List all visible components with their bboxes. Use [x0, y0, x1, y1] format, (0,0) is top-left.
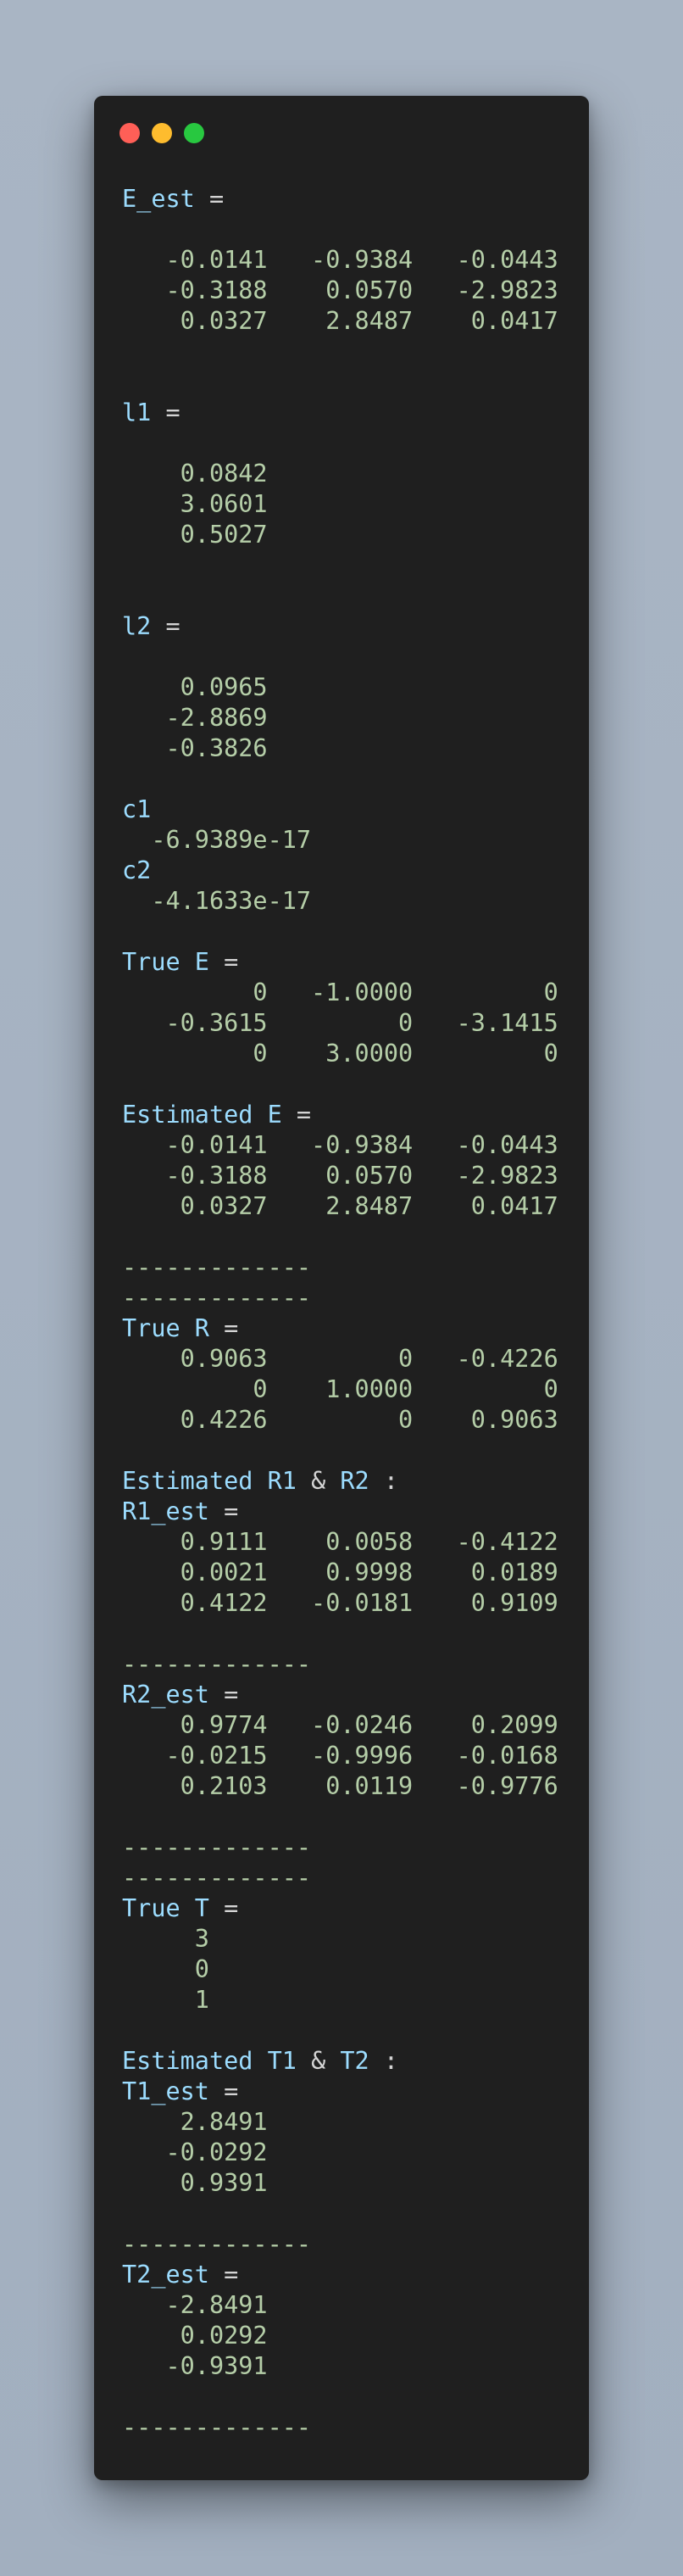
variable-label: T1_est = [122, 2077, 239, 2105]
value-row: -2.8491 [122, 2291, 268, 2319]
variable-label: l2 = [122, 612, 180, 640]
terminal-window: E_est = -0.0141 -0.9384 -0.0443 -0.3188 … [94, 96, 589, 2480]
separator-line: ------------- [122, 2413, 312, 2441]
value-row: 3.0601 [122, 490, 268, 518]
value-row: 0.0327 2.8487 0.0417 [122, 307, 558, 335]
value-row: 0.0327 2.8487 0.0417 [122, 1192, 558, 1220]
value-row: -0.0215 -0.9996 -0.0168 [122, 1742, 558, 1770]
value-row: 0 [122, 1955, 209, 1983]
variable-label: True E = [122, 948, 239, 976]
variable-label: True T = [122, 1894, 239, 1922]
value-row: -0.3188 0.0570 -2.9823 [122, 276, 558, 304]
separator-line: ------------- [122, 1253, 312, 1281]
value-row: -4.1633e-17 [122, 887, 312, 915]
value-row: 0.4122 -0.0181 0.9109 [122, 1589, 558, 1617]
value-row: 0.4226 0 0.9063 [122, 1406, 558, 1434]
minimize-button[interactable] [152, 123, 172, 143]
close-button[interactable] [119, 123, 140, 143]
value-row: 3 [122, 1925, 209, 1953]
value-row: -0.3826 [122, 734, 268, 762]
value-row: -0.0141 -0.9384 -0.0443 [122, 1131, 558, 1159]
value-row: -2.8869 [122, 704, 268, 732]
variable-label: Estimated T1 & T2 : [122, 2047, 399, 2075]
separator-line: ------------- [122, 1284, 312, 1312]
separator-line: ------------- [122, 1650, 312, 1678]
value-row: -0.3188 0.0570 -2.9823 [122, 1162, 558, 1190]
value-row: 0 1.0000 0 [122, 1375, 558, 1403]
variable-label: l1 = [122, 399, 180, 427]
value-row: 2.8491 [122, 2108, 268, 2136]
value-row: 0.9391 [122, 2169, 268, 2197]
value-row: 0.9111 0.0058 -0.4122 [122, 1528, 558, 1556]
zoom-button[interactable] [184, 123, 204, 143]
variable-label: Estimated R1 & R2 : [122, 1467, 399, 1495]
value-row: -0.0292 [122, 2138, 268, 2166]
value-row: -0.9391 [122, 2352, 268, 2380]
variable-label: c1 [122, 795, 152, 823]
variable-label: T2_est = [122, 2261, 239, 2289]
value-row: 0 -1.0000 0 [122, 979, 558, 1006]
value-row: -6.9389e-17 [122, 826, 312, 854]
value-row: 0.9774 -0.0246 0.2099 [122, 1711, 558, 1739]
value-row: 0.5027 [122, 521, 268, 549]
value-row: 0.9063 0 -0.4226 [122, 1345, 558, 1373]
separator-line: ------------- [122, 2230, 312, 2258]
variable-label: E_est = [122, 185, 225, 213]
variable-label: Estimated E = [122, 1101, 312, 1129]
variable-label: True R = [122, 1314, 239, 1342]
value-row: 0.0292 [122, 2322, 268, 2350]
value-row: -0.0141 -0.9384 -0.0443 [122, 246, 558, 274]
value-row: -0.3615 0 -3.1415 [122, 1009, 558, 1037]
separator-line: ------------- [122, 1833, 312, 1861]
console-output: E_est = -0.0141 -0.9384 -0.0443 -0.3188 … [122, 184, 558, 2443]
value-row: 0 3.0000 0 [122, 1040, 558, 1068]
value-row: 0.0021 0.9998 0.0189 [122, 1558, 558, 1586]
value-row: 1 [122, 1986, 209, 2014]
variable-label: R1_est = [122, 1497, 239, 1525]
value-row: 0.0842 [122, 460, 268, 488]
value-row: 0.0965 [122, 673, 268, 701]
separator-line: ------------- [122, 1864, 312, 1892]
variable-label: c2 [122, 856, 152, 884]
value-row: 0.2103 0.0119 -0.9776 [122, 1772, 558, 1800]
variable-label: R2_est = [122, 1681, 239, 1709]
